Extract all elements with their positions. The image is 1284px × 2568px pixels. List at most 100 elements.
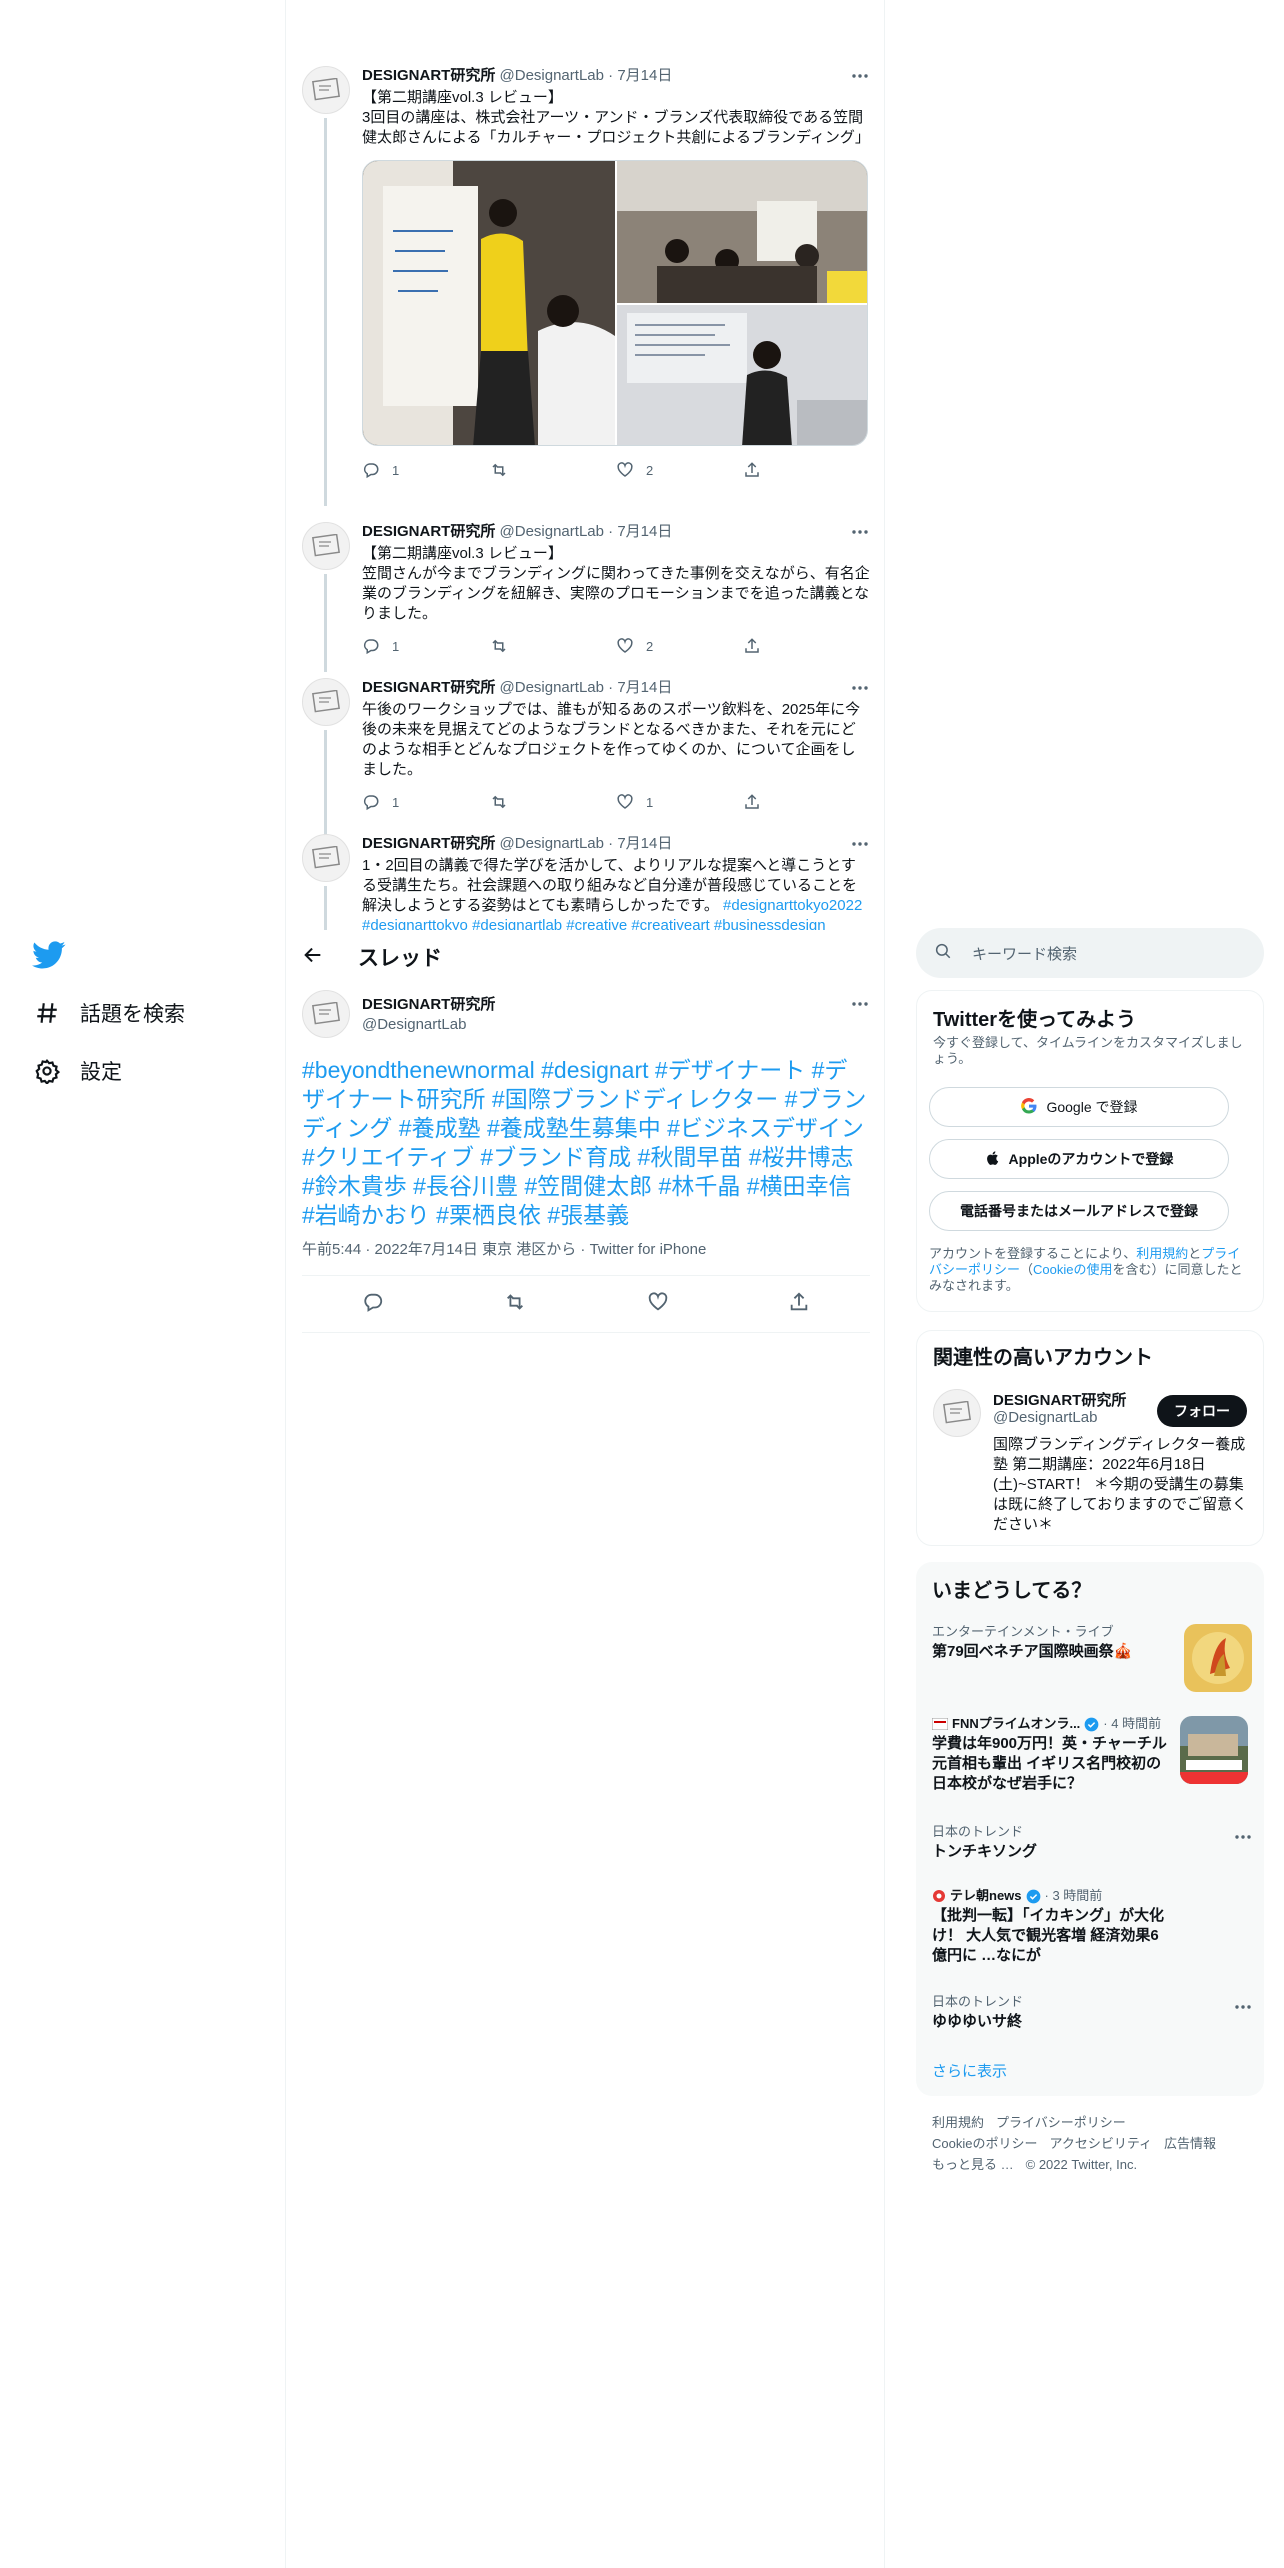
tweet-author-handle[interactable]: @DesignartLab [500, 67, 604, 84]
thread-connector [324, 886, 327, 930]
back-arrow-icon[interactable] [302, 944, 324, 971]
footer-link[interactable]: プライバシーポリシー [996, 2115, 1126, 2130]
tweet-media[interactable] [362, 160, 868, 446]
terms-link[interactable]: 利用規約 [1136, 1246, 1188, 1261]
thread-header: スレッド [286, 930, 884, 982]
more-icon[interactable] [850, 994, 870, 1014]
tweet-author-name[interactable]: DESIGNART研究所 [362, 835, 495, 852]
tweet-author-name[interactable]: DESIGNART研究所 [362, 993, 495, 1014]
trend-title: 【批判一転】「イカキング」が大化け！ 大人気で観光客増 経済効果6億円に …なに… [932, 1907, 1165, 1964]
tweet-author-name[interactable]: DESIGNART研究所 [362, 67, 495, 84]
tweet-date[interactable]: 7月14日 [617, 67, 672, 84]
thread-connector [324, 574, 327, 672]
reply-button[interactable] [362, 1291, 384, 1318]
reply-count: 1 [392, 794, 400, 810]
share-button[interactable] [743, 637, 870, 655]
share-button[interactable] [743, 461, 870, 479]
page-title: スレッド [358, 947, 442, 970]
search-icon [934, 942, 952, 965]
trend-item[interactable]: 日本のトレンド ゆゆゆいサ終 [932, 1994, 1252, 2038]
trend-source: テレ朝news [950, 1888, 1022, 1903]
reply-button[interactable]: 1 [362, 461, 489, 479]
thread-tweet[interactable]: DESIGNART研究所 @DesignartLab · 7月14日 【第二期講… [302, 522, 870, 672]
tweet-author-name[interactable]: DESIGNART研究所 [362, 679, 495, 696]
tweet-text: 【第二期講座vol.3 レビュー】 3回目の講座は、株式会社アーツ・アンド・ブラ… [362, 89, 870, 146]
terms-text: （ [1020, 1262, 1034, 1277]
more-icon[interactable] [850, 834, 870, 854]
avatar[interactable] [933, 1389, 981, 1437]
share-button[interactable] [788, 1291, 810, 1318]
related-account-handle[interactable]: @DesignartLab [993, 1409, 1097, 1426]
trend-title: 学費は年900万円！英・チャーチル元首相も輩出 イギリス名門校初の日本校がなぜ岩… [932, 1735, 1167, 1792]
tweet-date[interactable]: 7月14日 [617, 679, 672, 696]
follow-button[interactable]: フォロー [1157, 1395, 1247, 1427]
thread-tweet[interactable]: DESIGNART研究所 @DesignartLab · 7月14日 午後のワー… [302, 678, 870, 838]
footer-link[interactable]: Cookieのポリシー [932, 2136, 1037, 2151]
trend-item[interactable]: エンターテインメント・ライブ 第79回ベネチア国際映画祭🎪 [932, 1624, 1252, 1694]
footer-link[interactable]: アクセシビリティ [1049, 2136, 1152, 2151]
cookie-link[interactable]: Cookieの使用 [1033, 1262, 1112, 1277]
tweet-author-handle[interactable]: @DesignartLab [500, 679, 604, 696]
tweet-author-handle[interactable]: @DesignartLab [362, 1016, 495, 1033]
avatar[interactable] [302, 66, 350, 114]
phone-email-signup-button[interactable]: 電話番号またはメールアドレスで登録 [929, 1191, 1229, 1231]
nav-explore-label: 話題を検索 [80, 1003, 185, 1026]
tweet-text: 午後のワークショップでは、誰もが知るあのスポーツ飲料を、2025年に今後の未来を… [362, 701, 861, 778]
like-button[interactable]: 2 [616, 461, 743, 479]
tweet-author-name[interactable]: DESIGNART研究所 [362, 523, 495, 540]
tweet-text: 1・2回目の講義で得た学びを活かして、よりリアルな提案へと導こうとする受講生たち… [362, 856, 870, 930]
retweet-button[interactable] [489, 461, 616, 479]
google-signup-label: Google で登録 [1046, 1099, 1138, 1115]
trend-item[interactable]: FNNプライムオンラ... · 4 時間前 学費は年900万円！英・チャーチル元首… [932, 1716, 1248, 1802]
like-button[interactable] [647, 1291, 669, 1318]
more-icon[interactable] [1234, 1996, 1252, 2014]
tweet-photo[interactable] [363, 161, 615, 445]
tweet-date[interactable]: 7月14日 [617, 523, 672, 540]
avatar[interactable] [302, 990, 350, 1038]
footer-link[interactable]: 広告情報 [1164, 2136, 1216, 2151]
like-button[interactable]: 2 [616, 637, 743, 655]
tweet-photo[interactable] [617, 161, 867, 303]
like-button[interactable]: 1 [616, 793, 743, 811]
thread-tweet[interactable]: DESIGNART研究所 @DesignartLab · 7月14日 【第二期講… [302, 66, 870, 506]
trends-card: いまどうしてる？ エンターテインメント・ライブ 第79回ベネチア国際映画祭🎪 F… [916, 1562, 1264, 2096]
tweet-photo[interactable] [617, 305, 867, 445]
tweet-author-handle[interactable]: @DesignartLab [500, 835, 604, 852]
signup-subtitle: 今すぐ登録して、タイムラインをカスタマイズしましょう。 [933, 1035, 1243, 1066]
more-icon[interactable] [850, 678, 870, 698]
retweet-button[interactable] [503, 1291, 527, 1318]
apple-signup-button[interactable]: Appleのアカウントで登録 [929, 1139, 1229, 1179]
twitter-logo-icon[interactable] [32, 938, 66, 972]
more-icon[interactable] [850, 66, 870, 86]
trend-thumbnail [1180, 1716, 1248, 1784]
show-more-link[interactable]: さらに表示 [932, 2060, 1007, 2081]
google-signup-button[interactable]: Google で登録 [929, 1087, 1229, 1127]
copyright: © 2022 Twitter, Inc. [1025, 2157, 1138, 2172]
like-count: 2 [646, 462, 654, 478]
footer-link[interactable]: 利用規約 [932, 2115, 984, 2130]
apple-signup-label: Appleのアカウントで登録 [1008, 1151, 1174, 1167]
nav-explore[interactable]: 話題を検索 [32, 993, 185, 1033]
thread-tweet[interactable]: DESIGNART研究所 @DesignartLab · 7月14日 1・2回目… [302, 834, 870, 930]
more-icon[interactable] [850, 522, 870, 542]
main-tweet-text[interactable]: #beyondthenewnormal #designart #デザイナート #… [302, 1056, 870, 1230]
share-button[interactable] [743, 793, 870, 811]
tweet-author-handle[interactable]: @DesignartLab [500, 523, 604, 540]
hashtag-icon [32, 998, 62, 1028]
related-account-name[interactable]: DESIGNART研究所 [993, 1389, 1126, 1410]
avatar[interactable] [302, 678, 350, 726]
trend-item[interactable]: 日本のトレンド トンチキソング [932, 1824, 1252, 1868]
tweet-date[interactable]: 7月14日 [617, 835, 672, 852]
avatar[interactable] [302, 522, 350, 570]
retweet-button[interactable] [489, 637, 616, 655]
nav-settings[interactable]: 設定 [32, 1051, 122, 1091]
trend-item[interactable]: テレ朝news · 3 時間前 【批判一転】「イカキング」が大化け！ 大人気で観光… [932, 1888, 1252, 1974]
more-icon[interactable] [1234, 1826, 1252, 1844]
avatar[interactable] [302, 834, 350, 882]
search-input[interactable]: キーワード検索 [916, 928, 1264, 978]
retweet-button[interactable] [489, 793, 616, 811]
reply-button[interactable]: 1 [362, 637, 489, 655]
reply-button[interactable]: 1 [362, 793, 489, 811]
tweet-meta[interactable]: 午前5:44 · 2022年7月14日 東京 港区から · Twitter fo… [302, 1238, 706, 1259]
footer-link[interactable]: もっと見る … [932, 2157, 1014, 2172]
